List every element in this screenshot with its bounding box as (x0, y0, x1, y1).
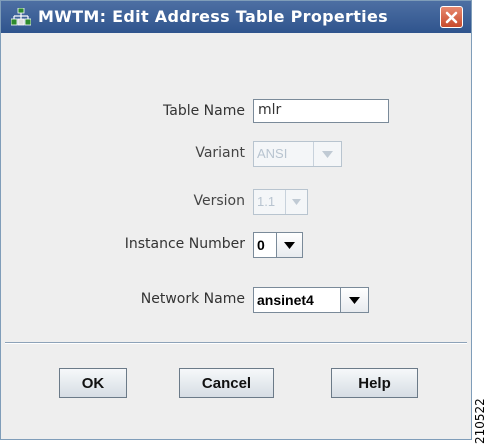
instance-number-dropdown-button[interactable] (276, 233, 302, 257)
network-name-select[interactable]: ansinet4 (253, 287, 369, 313)
close-icon (445, 11, 458, 23)
version-row: Version 1.1 (1, 189, 471, 215)
version-label: Version (193, 193, 245, 209)
button-separator (5, 342, 467, 344)
instance-number-select[interactable]: 0 (253, 232, 303, 258)
chevron-down-icon (284, 241, 295, 249)
network-name-row: Network Name ansinet4 (1, 287, 471, 313)
table-name-row: Table Name mlr (1, 99, 471, 125)
table-name-input[interactable]: mlr (253, 99, 389, 123)
ok-button[interactable]: OK (59, 368, 127, 398)
cancel-button[interactable]: Cancel (179, 368, 274, 398)
variant-select: ANSI (253, 141, 342, 167)
instance-number-value: 0 (257, 237, 265, 253)
version-select: 1.1 (253, 189, 308, 215)
window-title: MWTM: Edit Address Table Properties (38, 7, 388, 26)
version-value: 1.1 (257, 194, 276, 209)
chevron-down-icon (292, 199, 301, 205)
variant-row: Variant ANSI (1, 141, 471, 167)
instance-number-row: Instance Number 0 (1, 232, 471, 258)
network-name-dropdown-button[interactable] (340, 288, 368, 312)
table-name-label: Table Name (163, 103, 245, 119)
chevron-down-icon (322, 150, 333, 158)
network-name-label: Network Name (140, 291, 245, 307)
variant-label: Variant (195, 145, 245, 161)
chevron-down-icon (349, 296, 360, 304)
figure-id: 210522 (473, 398, 487, 444)
dialog-window: MWTM: Edit Address Table Properties Tabl… (0, 0, 472, 440)
network-tree-icon (11, 8, 31, 26)
network-name-value: ansinet4 (257, 292, 314, 308)
variant-value: ANSI (257, 146, 288, 161)
close-button[interactable] (440, 6, 463, 28)
version-dropdown-button (285, 190, 307, 214)
help-button[interactable]: Help (331, 368, 418, 398)
title-bar[interactable]: MWTM: Edit Address Table Properties (1, 1, 471, 33)
variant-dropdown-button (313, 142, 341, 166)
instance-number-label: Instance Number (124, 236, 245, 252)
